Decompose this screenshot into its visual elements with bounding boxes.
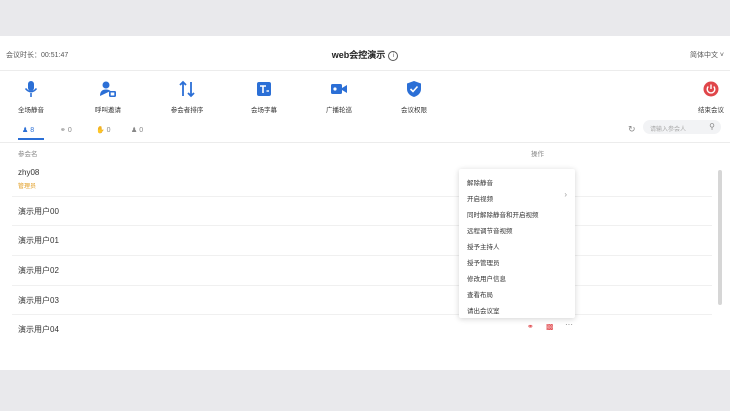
muted-microphone-icon[interactable]: ⚭ <box>527 322 534 331</box>
participant-sort-button[interactable]: 参会者排序 <box>152 80 222 114</box>
tab-waiting[interactable]: ♟ 0 <box>131 126 143 134</box>
call-invite-label: 呼叫邀请 <box>95 107 121 114</box>
menu-item-remove[interactable]: 请出会议室 <box>467 305 500 315</box>
search-icon: ⚲ <box>709 122 715 131</box>
tab-waiting-count: 0 <box>139 127 144 134</box>
menu-item-edit-user[interactable]: 修改用户信息 <box>467 273 506 283</box>
user-icon: ♟ <box>131 127 138 134</box>
mute-all-label: 全场静音 <box>18 107 44 114</box>
participant-row[interactable]: 演示用户04 <box>0 324 712 344</box>
menu-item-make-admin[interactable]: 授予管理员 <box>467 257 500 267</box>
tab-muted[interactable]: ⚭ 0 <box>60 126 72 134</box>
invite-user-icon <box>100 81 116 97</box>
participant-row[interactable]: 演示用户02 <box>0 265 712 285</box>
participant-row[interactable]: zhy08 管理员 <box>0 168 712 194</box>
search-input[interactable]: 请输入参会人 <box>650 124 686 133</box>
participant-tabs: ♟ 8 ⚭ 0 ✋ 0 ♟ 0 <box>0 120 730 142</box>
top-bar: 会议时长：00:51:47 web会控演示 i 简体中文 ˅ <box>0 36 730 70</box>
row-divider <box>12 285 712 286</box>
hand-raise-icon: ✋ <box>96 127 105 134</box>
chevron-right-icon: › <box>564 190 567 199</box>
call-invite-button[interactable]: 呼叫邀请 <box>73 80 143 114</box>
menu-item-start-video[interactable]: 开启视频 <box>467 193 493 203</box>
admin-badge: 管理员 <box>18 184 37 190</box>
shield-icon <box>407 81 421 97</box>
divider <box>0 70 730 71</box>
menu-item-view-layout[interactable]: 查看布局 <box>467 289 493 299</box>
participant-row[interactable]: 演示用户03 <box>0 295 712 315</box>
participant-name: 演示用户01 <box>18 236 59 245</box>
end-meeting-label: 结束会议 <box>698 107 724 114</box>
participant-search[interactable]: 请输入参会人 ⚲ <box>643 120 721 134</box>
participants-icon: ♟ <box>22 127 29 134</box>
tab-all-count: 8 <box>30 127 35 134</box>
participant-name: 演示用户00 <box>18 207 59 216</box>
meeting-permissions-label: 会议权限 <box>401 107 427 114</box>
menu-item-make-host[interactable]: 授予主持人 <box>467 241 500 251</box>
camera-off-icon[interactable]: ▩ <box>546 322 554 331</box>
meeting-title: web会控演示 <box>331 50 386 60</box>
refresh-icon[interactable]: ↻ <box>628 124 636 135</box>
subtitle-icon <box>257 82 271 96</box>
subtitles-label: 会场字幕 <box>251 107 277 114</box>
row-divider <box>12 255 712 256</box>
participant-row[interactable]: 演示用户01 <box>0 235 712 255</box>
menu-item-unmute[interactable]: 解除静音 <box>467 177 493 187</box>
column-header-name: 参会名 <box>18 151 38 158</box>
tab-all-participants[interactable]: ♟ 8 <box>22 126 34 134</box>
meeting-control-window: 会议时长：00:51:47 web会控演示i 简体中文 ˅ 全场静音 呼叫邀请 <box>0 36 730 370</box>
menu-item-unmute-and-video[interactable]: 同时解除静音和开启视频 <box>467 209 539 219</box>
row-divider <box>12 314 712 315</box>
info-icon[interactable]: i <box>388 51 399 61</box>
broadcast-rotation-label: 广播轮巡 <box>326 107 352 114</box>
broadcast-rotation-button[interactable]: 广播轮巡 <box>304 80 374 114</box>
participant-name: zhy08 <box>18 168 40 177</box>
row-divider <box>12 196 712 197</box>
tab-muted-count: 0 <box>67 127 72 134</box>
participant-name: 演示用户04 <box>18 325 59 334</box>
end-meeting-button[interactable]: 结束会议 <box>676 80 730 114</box>
broadcast-video-icon <box>331 84 347 94</box>
scrollbar[interactable] <box>718 170 722 305</box>
toolbar: 全场静音 呼叫邀请 参会者排序 会场字幕 广播轮巡 会议权限 结束会议 <box>0 72 730 122</box>
subtitles-button[interactable]: 会场字幕 <box>229 80 299 114</box>
more-actions-button[interactable]: ··· <box>565 320 573 329</box>
language-selector[interactable]: 简体中文 ˅ <box>690 50 724 60</box>
tabs-divider <box>0 142 730 143</box>
menu-item-remote-av[interactable]: 远程调节音视频 <box>467 225 513 235</box>
microphone-icon <box>24 81 38 97</box>
meeting-permissions-button[interactable]: 会议权限 <box>379 80 449 114</box>
mute-all-button[interactable]: 全场静音 <box>0 80 66 114</box>
active-tab-underline <box>18 138 44 140</box>
tab-hand-raised[interactable]: ✋ 0 <box>96 126 111 134</box>
participant-row[interactable]: 演示用户00 <box>0 206 712 226</box>
participant-name: 演示用户03 <box>18 296 59 305</box>
sort-icon <box>179 80 195 98</box>
microphone-icon: ⚭ <box>60 127 66 134</box>
participant-sort-label: 参会者排序 <box>170 107 204 114</box>
meeting-title-wrap: web会控演示 i <box>0 48 730 61</box>
row-divider <box>12 225 712 226</box>
tab-hand-raised-count: 0 <box>106 127 111 134</box>
power-icon <box>703 81 719 97</box>
participant-name: 演示用户02 <box>18 266 59 275</box>
column-header-actions: 操作 <box>531 151 544 158</box>
participant-context-menu: 解除静音 开启视频 › 同时解除静音和开启视频 远程调节音视频 授予主持人 授予… <box>459 169 575 318</box>
